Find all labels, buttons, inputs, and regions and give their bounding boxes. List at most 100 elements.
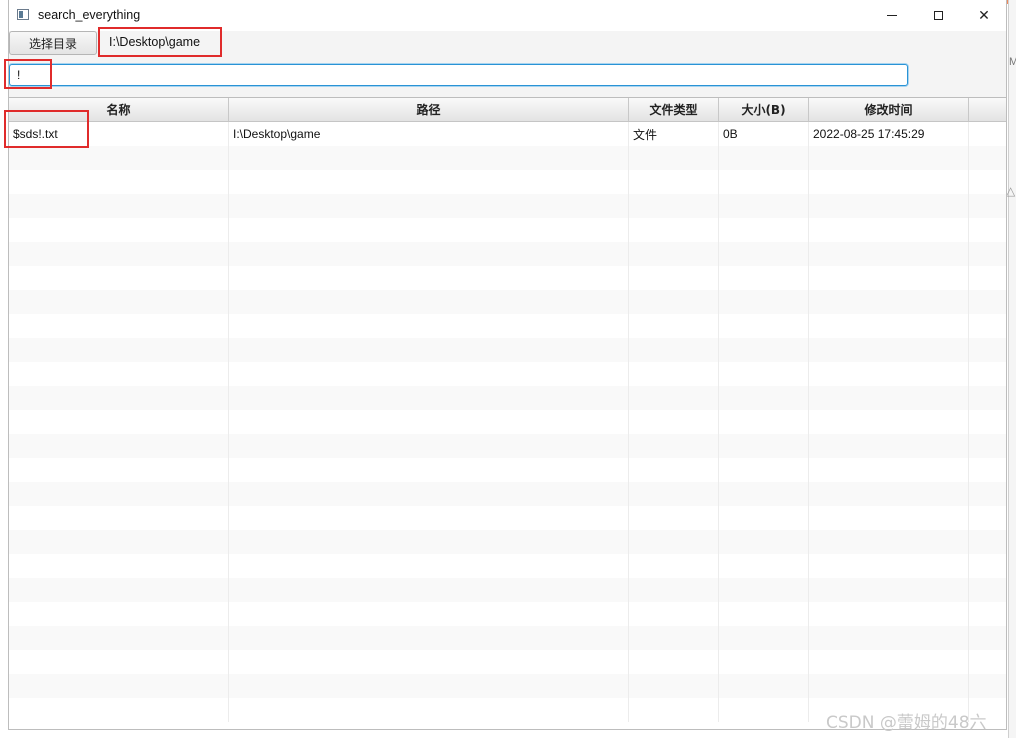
table-row-empty[interactable]: [9, 338, 1006, 362]
table-row-empty[interactable]: [9, 626, 1006, 650]
close-button[interactable]: ✕: [961, 0, 1006, 31]
table-cell-empty: [809, 194, 969, 218]
table-row-empty[interactable]: [9, 602, 1006, 626]
table-cell-empty: [969, 602, 1006, 626]
table-cell-empty: [969, 314, 1006, 338]
table-cell-empty: [719, 506, 809, 530]
table-cell-empty: [719, 578, 809, 602]
column-header-extra[interactable]: [969, 98, 1006, 121]
table-cell-empty: [719, 386, 809, 410]
cell-path: I:\Desktop\game: [229, 122, 629, 146]
table-cell-empty: [629, 506, 719, 530]
column-header-modified[interactable]: 修改时间: [809, 98, 969, 121]
table-row-empty[interactable]: [9, 218, 1006, 242]
table-cell-empty: [229, 626, 629, 650]
table-row-empty[interactable]: [9, 410, 1006, 434]
table-cell-empty: [229, 338, 629, 362]
table-cell-empty: [719, 650, 809, 674]
table-cell-empty: [809, 218, 969, 242]
table-cell-empty: [229, 602, 629, 626]
table-row[interactable]: $sds!.txt I:\Desktop\game 文件 0B 2022-08-…: [9, 122, 1006, 146]
table-cell-empty: [9, 314, 229, 338]
table-cell-empty: [719, 362, 809, 386]
table-row-empty[interactable]: [9, 386, 1006, 410]
watermark: CSDN @蕾姆的48六: [826, 713, 987, 733]
table-cell-empty: [809, 170, 969, 194]
table-cell-empty: [229, 146, 629, 170]
app-window: search_everything ✕ 选择目录 I:\Desktop\game…: [8, 0, 1007, 730]
table-cell-empty: [229, 530, 629, 554]
column-header-path[interactable]: 路径: [229, 98, 629, 121]
table-cell-empty: [969, 530, 1006, 554]
table-cell-empty: [629, 602, 719, 626]
table-cell-empty: [9, 602, 229, 626]
table-cell-empty: [719, 434, 809, 458]
table-cell-empty: [809, 458, 969, 482]
table-cell-empty: [719, 602, 809, 626]
table-cell-empty: [629, 290, 719, 314]
choose-directory-button[interactable]: 选择目录: [9, 31, 97, 55]
table-row-empty[interactable]: [9, 290, 1006, 314]
table-row-empty[interactable]: [9, 194, 1006, 218]
cell-extra: [969, 122, 1006, 146]
table-cell-empty: [719, 338, 809, 362]
table-cell-empty: [969, 146, 1006, 170]
table-cell-empty: [629, 362, 719, 386]
table-cell-empty: [629, 434, 719, 458]
search-input[interactable]: [9, 64, 908, 86]
background-window-text: M: [1009, 56, 1016, 68]
table-cell-empty: [809, 242, 969, 266]
column-header-size[interactable]: 大小(B): [719, 98, 809, 121]
table-cell-empty: [229, 314, 629, 338]
column-header-name[interactable]: 名称: [9, 98, 229, 121]
table-cell-empty: [719, 482, 809, 506]
table-row-empty[interactable]: [9, 242, 1006, 266]
table-row-empty[interactable]: [9, 650, 1006, 674]
table-row-empty[interactable]: [9, 506, 1006, 530]
table-cell-empty: [719, 314, 809, 338]
table-cell-empty: [229, 482, 629, 506]
table-row-empty[interactable]: [9, 362, 1006, 386]
table-cell-empty: [9, 650, 229, 674]
table-cell-empty: [969, 674, 1006, 698]
table-cell-empty: [629, 650, 719, 674]
table-row-empty[interactable]: [9, 674, 1006, 698]
table-cell-empty: [969, 410, 1006, 434]
close-icon: ✕: [978, 7, 990, 24]
table-cell-empty: [229, 194, 629, 218]
table-row-empty[interactable]: [9, 482, 1006, 506]
table-cell-empty: [969, 434, 1006, 458]
table-cell-empty: [809, 266, 969, 290]
table-row-empty[interactable]: [9, 314, 1006, 338]
cell-type: 文件: [629, 122, 719, 146]
maximize-button[interactable]: [915, 0, 961, 31]
maximize-icon: [933, 11, 943, 20]
table-cell-empty: [719, 242, 809, 266]
table-row-empty[interactable]: [9, 578, 1006, 602]
table-row-empty[interactable]: [9, 554, 1006, 578]
table-cell-empty: [809, 482, 969, 506]
minimize-button[interactable]: [869, 0, 915, 31]
table-cell-empty: [969, 650, 1006, 674]
table-row-empty[interactable]: [9, 434, 1006, 458]
table-cell-empty: [719, 170, 809, 194]
table-cell-empty: [9, 266, 229, 290]
table-row-empty[interactable]: [9, 458, 1006, 482]
column-header-type[interactable]: 文件类型: [629, 98, 719, 121]
cell-modified: 2022-08-25 17:45:29: [809, 122, 969, 146]
table-cell-empty: [809, 674, 969, 698]
table-row-empty[interactable]: [9, 170, 1006, 194]
table-cell-empty: [809, 506, 969, 530]
table-cell-empty: [629, 194, 719, 218]
table-cell-empty: [809, 626, 969, 650]
table-cell-empty: [229, 290, 629, 314]
table-cell-empty: [969, 242, 1006, 266]
table-row-empty[interactable]: [9, 146, 1006, 170]
table-cell-empty: [9, 290, 229, 314]
table-cell-empty: [9, 218, 229, 242]
table-cell-empty: [969, 338, 1006, 362]
table-row-empty[interactable]: [9, 266, 1006, 290]
table-cell-empty: [719, 410, 809, 434]
table-row-empty[interactable]: [9, 530, 1006, 554]
table-cell-empty: [629, 698, 719, 722]
